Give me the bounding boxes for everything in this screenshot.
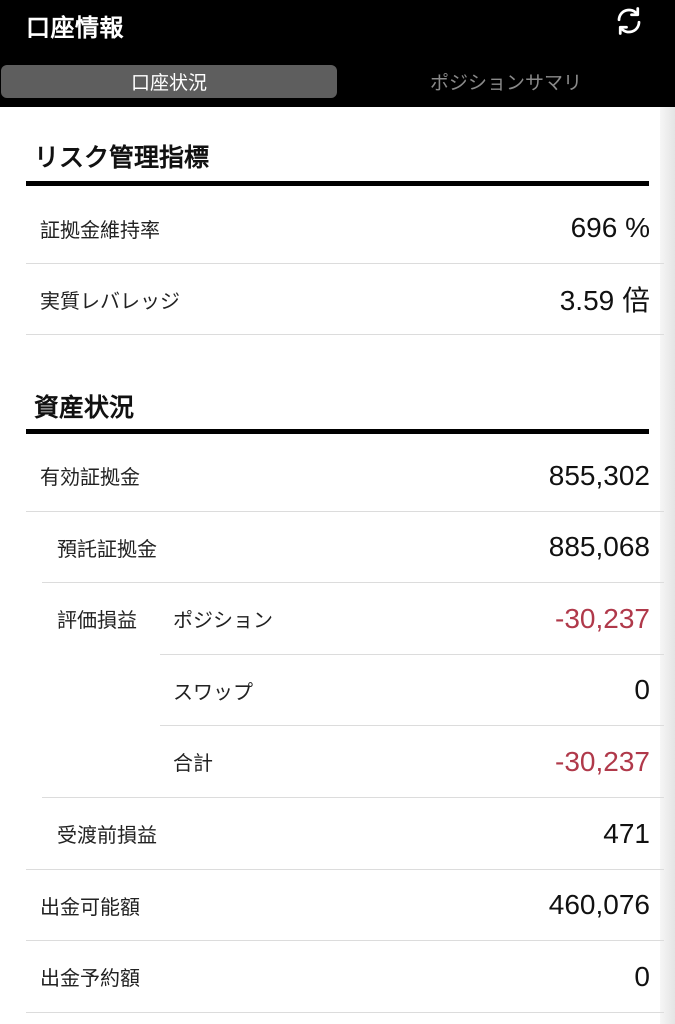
row-label: スワップ [173, 679, 253, 704]
row-label: 出金予約額 [40, 966, 140, 990]
effective-leverage-row: 実質レバレッジ 3.59 倍 [26, 264, 664, 335]
row-value: 460,076 [548, 889, 650, 920]
row-label: 有効証拠金 [40, 465, 140, 489]
assets-section-title: 資産状況 [34, 393, 135, 422]
deposit-margin-row: 預託証拠金 885,068 [42, 512, 664, 583]
row-label: 受渡前損益 [57, 823, 157, 847]
row-value: 696 % [570, 212, 650, 243]
app-header: 口座情報 口座状況 ポジションサマリ [0, 0, 675, 107]
effective-margin-row: 有効証拠金 855,302 [26, 440, 664, 512]
valuation-total-row: 合計 -30,237 [42, 726, 664, 798]
valuation-swap-row: スワップ 0 [160, 655, 664, 726]
valuation-group-label: 評価損益 [57, 608, 137, 632]
margin-maintenance-row: 証拠金維持率 696 % [26, 193, 664, 264]
withdrawable-row: 出金可能額 460,076 [26, 870, 664, 941]
assets-divider [26, 429, 649, 434]
row-value: 471 [603, 817, 650, 849]
refresh-button[interactable] [610, 2, 648, 40]
row-value: 885,068 [548, 531, 650, 562]
withdraw-reserved-row: 出金予約額 0 [26, 941, 664, 1013]
refresh-icon [617, 7, 641, 35]
row-value: -30,237 [555, 745, 650, 777]
row-value: 855,302 [548, 459, 650, 491]
tab-position-summary[interactable]: ポジションサマリ [337, 65, 675, 98]
page-title: 口座情報 [26, 14, 124, 42]
row-value: -30,237 [555, 602, 650, 634]
tab-account-status[interactable]: 口座状況 [1, 65, 337, 98]
risk-section-title: リスク管理指標 [34, 143, 210, 172]
row-value: 0 [634, 960, 650, 992]
row-label: 証拠金維持率 [40, 217, 160, 242]
row-value: 3.59 倍 [559, 285, 650, 316]
row-label: 実質レバレッジ [40, 288, 180, 313]
unsettled-pl-row: 受渡前損益 471 [26, 798, 664, 870]
row-label: ポジション [173, 608, 273, 632]
row-label: 合計 [173, 751, 213, 775]
row-value: 0 [634, 674, 650, 705]
row-label: 出金可能額 [40, 894, 140, 919]
valuation-position-row: ポジション -30,237 [160, 583, 664, 655]
risk-divider [26, 181, 649, 186]
row-label: 預託証拠金 [57, 536, 157, 561]
